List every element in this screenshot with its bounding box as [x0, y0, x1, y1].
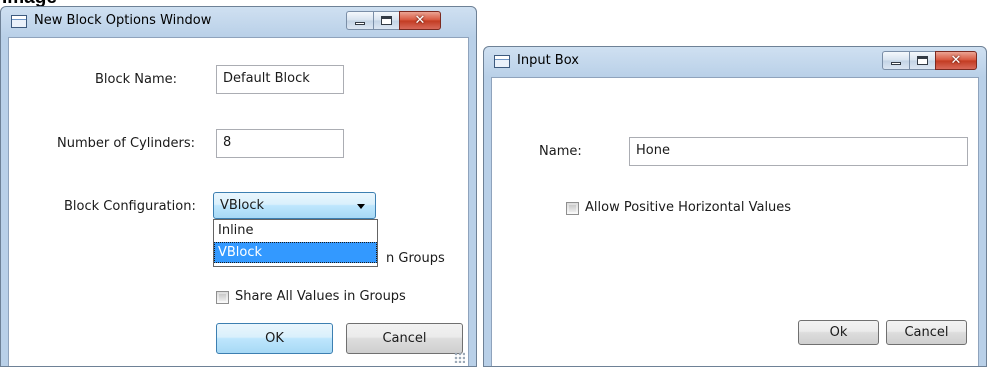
minimize-icon [355, 22, 365, 25]
chevron-down-icon[interactable] [357, 204, 365, 209]
title-bar[interactable]: Input Box ✕ [484, 47, 986, 77]
ok-button[interactable]: Ok [798, 320, 879, 345]
share-all-values-label: Share All Values in Groups [235, 289, 406, 304]
maximize-icon [381, 16, 392, 25]
close-icon: ✕ [950, 53, 962, 68]
cylinders-field[interactable]: 8 [216, 129, 344, 158]
minimize-button[interactable] [346, 11, 373, 30]
ok-button[interactable]: OK [216, 323, 333, 354]
cancel-button[interactable]: Cancel [346, 323, 463, 354]
cylinders-label: Number of Cylinders: [57, 136, 195, 151]
window-title: Input Box [517, 53, 579, 68]
dialog-body: Block Name: Default Block Number of Cyli… [8, 37, 469, 366]
minimize-button[interactable] [882, 51, 909, 70]
close-button[interactable]: ✕ [935, 51, 977, 70]
window-title: New Block Options Window [34, 13, 212, 28]
allow-positive-horizontal-label: Allow Positive Horizontal Values [585, 200, 792, 215]
close-button[interactable]: ✕ [399, 11, 441, 30]
name-label: Name: [539, 144, 582, 159]
dropdown-option-vblock[interactable]: VBlock [214, 242, 377, 263]
minimize-icon [891, 62, 901, 65]
name-field[interactable]: Hone [629, 137, 968, 166]
resize-grip-icon[interactable] [454, 352, 465, 363]
caption-buttons: ✕ [882, 51, 977, 70]
block-name-label: Block Name: [95, 72, 178, 87]
configuration-selected-value: VBlock [220, 198, 265, 213]
title-bar[interactable]: New Block Options Window ✕ [1, 7, 476, 37]
configuration-label: Block Configuration: [64, 199, 196, 214]
configuration-dropdown-list: Inline VBlock [213, 219, 378, 267]
window-icon[interactable] [11, 15, 27, 28]
maximize-button[interactable] [909, 51, 935, 70]
hidden-groups-label-partial: n Groups [386, 251, 445, 266]
maximize-icon [917, 56, 928, 65]
dialog-body: Name: Hone Allow Positive Horizontal Val… [491, 77, 979, 366]
share-all-values-checkbox[interactable] [216, 291, 229, 304]
input-box-window: Input Box ✕ Name: Hone Allow Positive Ho… [483, 46, 987, 367]
window-icon[interactable] [494, 55, 510, 68]
block-name-field[interactable]: Default Block [216, 65, 344, 94]
cancel-button[interactable]: Cancel [886, 320, 967, 345]
dropdown-option-inline[interactable]: Inline [214, 221, 377, 242]
new-block-options-window: New Block Options Window ✕ Block Name: D… [0, 6, 477, 367]
allow-positive-horizontal-checkbox[interactable] [566, 202, 579, 215]
caption-buttons: ✕ [346, 11, 441, 30]
close-icon: ✕ [414, 13, 426, 28]
configuration-combobox[interactable]: VBlock [213, 192, 376, 219]
maximize-button[interactable] [373, 11, 399, 30]
